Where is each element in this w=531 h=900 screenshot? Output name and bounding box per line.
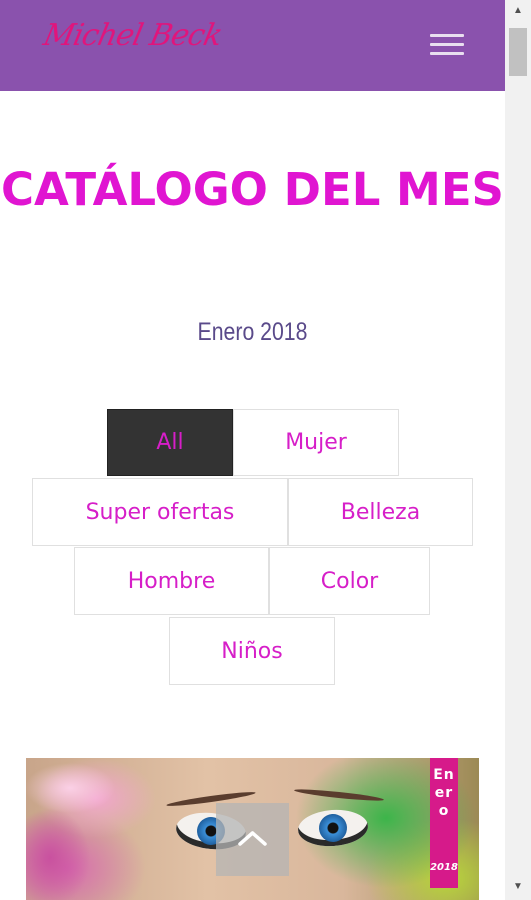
filter-super-ofertas-button[interactable]: Super ofertas <box>32 478 288 546</box>
logo[interactable]: Michel Beck <box>40 18 225 53</box>
hamburger-line <box>430 34 464 37</box>
page-subtitle: Enero 2018 <box>197 318 308 346</box>
eye-right <box>296 807 370 849</box>
hamburger-icon[interactable] <box>430 32 464 58</box>
back-to-top-button[interactable] <box>216 803 289 876</box>
filter-all-button[interactable]: All <box>107 409 233 476</box>
page-title: CATÁLOGO DEL MES <box>1 163 504 216</box>
iris <box>318 813 348 843</box>
scroll-up-arrow-icon[interactable]: ▲ <box>505 2 531 20</box>
scrollbar[interactable]: ▲ ▼ <box>505 0 531 900</box>
filter-mujer-button[interactable]: Mujer <box>233 409 399 476</box>
month-tag-month: Enero <box>433 767 455 819</box>
month-tag: Enero 2018 <box>430 758 458 888</box>
filter-ninos-button[interactable]: Niños <box>169 617 335 685</box>
eyebrow-right <box>293 787 385 803</box>
hamburger-line <box>430 43 464 46</box>
flower-decoration <box>26 758 140 900</box>
scroll-thumb[interactable] <box>509 28 527 76</box>
month-tag-year: 2018 <box>430 862 458 873</box>
chevron-up-icon <box>238 831 267 846</box>
site-header: Michel Beck <box>0 0 505 91</box>
filter-belleza-button[interactable]: Belleza <box>288 478 473 546</box>
hamburger-line <box>430 52 464 55</box>
scroll-down-arrow-icon[interactable]: ▼ <box>505 878 531 896</box>
filter-color-button[interactable]: Color <box>269 547 430 615</box>
filter-hombre-button[interactable]: Hombre <box>74 547 269 615</box>
